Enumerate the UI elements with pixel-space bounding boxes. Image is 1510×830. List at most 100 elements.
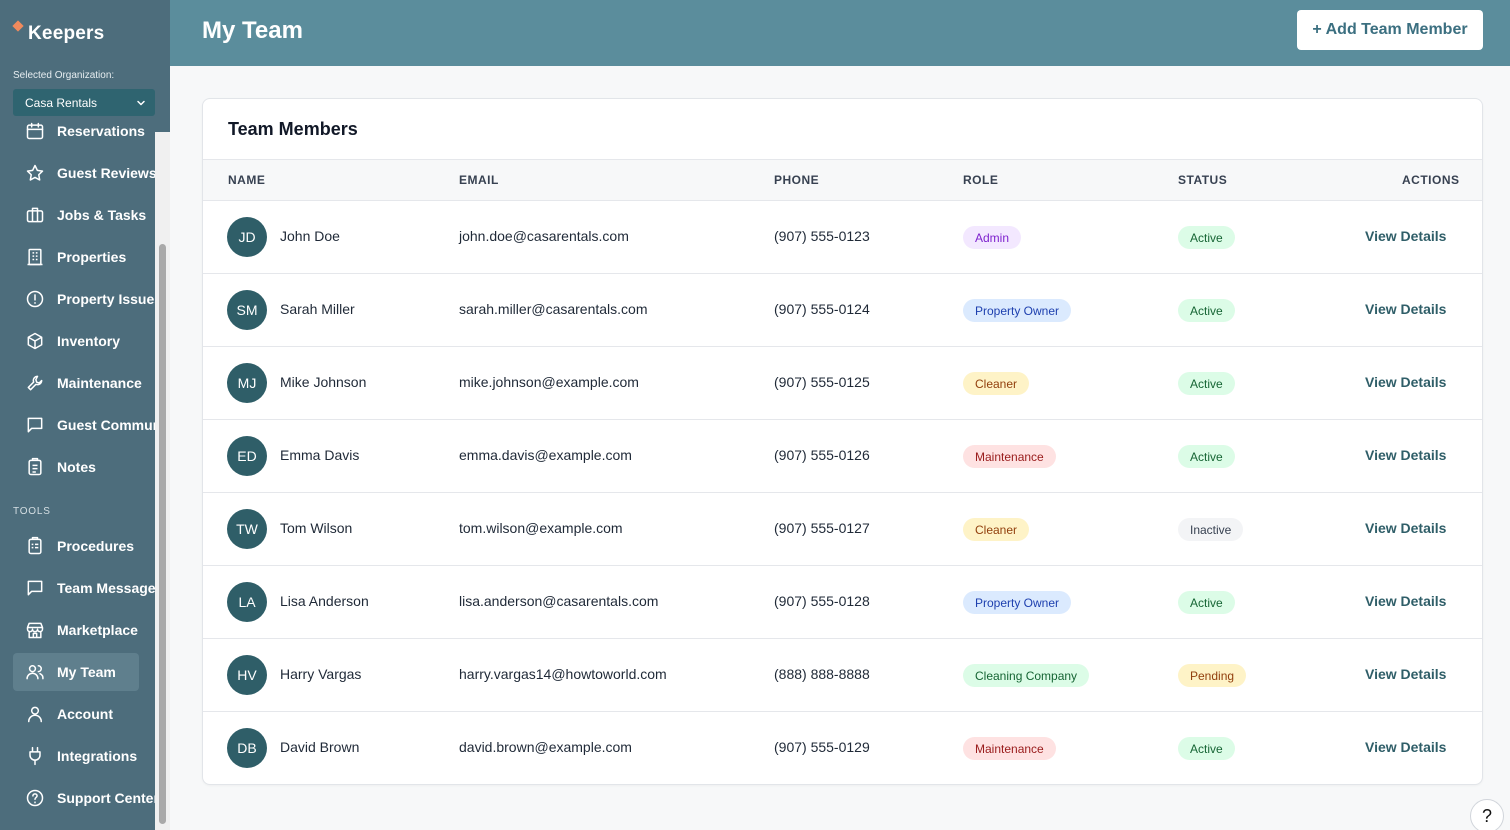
sidebar-item-label: Support Center bbox=[57, 790, 155, 806]
sidebar-item-team-messages[interactable]: Team Messages bbox=[13, 569, 155, 607]
sidebar-item-account[interactable]: Account bbox=[13, 695, 155, 733]
status-badge: Active bbox=[1178, 299, 1235, 322]
org-select-value: Casa Rentals bbox=[25, 95, 98, 110]
chat-icon bbox=[27, 417, 43, 433]
sidebar-item-label: Maintenance bbox=[57, 375, 142, 391]
role-badge: Cleaner bbox=[963, 372, 1030, 395]
sidebar-item-label: Marketplace bbox=[57, 622, 138, 638]
sidebar-item-label: Team Messages bbox=[57, 580, 155, 596]
sidebar-item-guest-communication[interactable]: Guest Communication bbox=[13, 406, 155, 444]
column-header-email: EMAIL bbox=[459, 173, 499, 187]
status-badge: Active bbox=[1178, 445, 1235, 468]
plug-icon bbox=[29, 746, 41, 766]
sidebar-item-label: Procedures bbox=[57, 538, 135, 554]
page-header: My Team + Add Team Member bbox=[170, 0, 1510, 66]
sidebar-item-properties[interactable]: Properties bbox=[13, 238, 155, 276]
table-row: SM Sarah Miller sarah.miller@casarentals.c… bbox=[203, 274, 1482, 347]
avatar: MJ bbox=[227, 363, 267, 403]
avatar: TW bbox=[227, 509, 267, 549]
avatar: JD bbox=[227, 217, 267, 257]
member-email: lisa.anderson@casarentals.com bbox=[459, 593, 659, 609]
sidebar-item-inventory[interactable]: Inventory bbox=[13, 322, 155, 360]
member-name: Mike Johnson bbox=[280, 374, 367, 390]
status-badge: Active bbox=[1178, 591, 1235, 614]
sidebar-item-reservations[interactable]: Reservations bbox=[13, 122, 155, 150]
member-phone: (907) 555-0126 bbox=[774, 447, 870, 463]
brand-logo[interactable]: Keepers bbox=[12, 18, 104, 45]
table-row: MJ Mike Johnson mike.johnson@example.com (9… bbox=[203, 347, 1482, 420]
member-phone: (907) 555-0124 bbox=[774, 301, 870, 317]
star-icon bbox=[26, 164, 44, 181]
diamond-icon bbox=[12, 20, 24, 32]
sidebar-item-my-team[interactable]: My Team bbox=[13, 653, 139, 691]
alert-circle-icon bbox=[26, 290, 44, 308]
member-phone: (907) 555-0127 bbox=[774, 520, 870, 536]
member-name: David Brown bbox=[280, 739, 360, 755]
sidebar-scrollbar[interactable] bbox=[155, 132, 170, 830]
sidebar-item-label: Guest Communication bbox=[57, 417, 155, 433]
sidebar-item-label: Integrations bbox=[57, 748, 138, 764]
member-email: tom.wilson@example.com bbox=[459, 520, 623, 536]
member-name: Sarah Miller bbox=[280, 301, 355, 317]
status-badge: Active bbox=[1178, 372, 1235, 395]
page-title: My Team bbox=[202, 17, 303, 44]
sidebar-item-label: Property Issues bbox=[57, 291, 155, 307]
role-badge: Admin bbox=[963, 226, 1022, 249]
member-name: Harry Vargas bbox=[280, 666, 362, 682]
member-name: John Doe bbox=[280, 228, 340, 244]
sidebar-item-marketplace[interactable]: Marketplace bbox=[13, 611, 155, 649]
card-title: Team Members bbox=[228, 119, 358, 139]
view-details-link[interactable]: View Details bbox=[1365, 666, 1446, 682]
view-details-link[interactable]: View Details bbox=[1365, 593, 1446, 609]
scrollbar-thumb[interactable] bbox=[159, 244, 166, 824]
briefcase-icon bbox=[26, 207, 44, 223]
clipboard-list-icon bbox=[28, 536, 42, 555]
role-badge: Cleaning Company bbox=[963, 664, 1090, 687]
member-name: Tom Wilson bbox=[280, 520, 353, 536]
member-phone: (907) 555-0123 bbox=[774, 228, 870, 244]
add-team-member-button[interactable]: + Add Team Member bbox=[1297, 10, 1483, 50]
tools-section-label: TOOLS bbox=[13, 506, 51, 517]
user-icon bbox=[28, 706, 42, 723]
view-details-link[interactable]: View Details bbox=[1365, 301, 1446, 317]
box-icon bbox=[27, 332, 43, 350]
sidebar-item-maintenance[interactable]: Maintenance bbox=[13, 364, 155, 402]
org-label: Selected Organization: bbox=[13, 70, 115, 81]
member-email: sarah.miller@casarentals.com bbox=[459, 301, 648, 317]
column-header-phone: PHONE bbox=[774, 173, 820, 187]
sidebar-item-support-center[interactable]: Support Center bbox=[13, 779, 155, 817]
sidebar: Keepers Selected Organization: Casa Rent… bbox=[0, 0, 170, 830]
member-email: harry.vargas14@howtoworld.com bbox=[459, 666, 667, 682]
sidebar-item-guest-reviews[interactable]: Guest Reviews bbox=[13, 154, 155, 192]
view-details-link[interactable]: View Details bbox=[1365, 739, 1446, 755]
view-details-link[interactable]: View Details bbox=[1365, 374, 1446, 390]
wrench-icon bbox=[27, 375, 43, 391]
org-select[interactable]: Casa Rentals bbox=[13, 89, 155, 116]
view-details-link[interactable]: View Details bbox=[1365, 520, 1446, 536]
member-name: Lisa Anderson bbox=[280, 593, 369, 609]
table-row: LA Lisa Anderson lisa.anderson@casarentals… bbox=[203, 566, 1482, 639]
member-email: david.brown@example.com bbox=[459, 739, 632, 755]
team-members-card: Team Members NAME EMAIL PHONE ROLE STATU… bbox=[202, 98, 1483, 785]
member-phone: (907) 555-0129 bbox=[774, 739, 870, 755]
member-phone: (888) 888-8888 bbox=[774, 666, 870, 682]
sidebar-item-label: Inventory bbox=[57, 333, 121, 349]
sidebar-item-label: Reservations bbox=[57, 123, 145, 139]
view-details-link[interactable]: View Details bbox=[1365, 228, 1446, 244]
users-icon bbox=[26, 665, 44, 680]
member-name: Emma Davis bbox=[280, 447, 360, 463]
sidebar-item-jobs-tasks[interactable]: Jobs & Tasks bbox=[13, 196, 155, 234]
sidebar-item-label: Properties bbox=[57, 249, 127, 265]
avatar: SM bbox=[227, 290, 267, 330]
sidebar-item-property-issues[interactable]: Property Issues bbox=[13, 280, 155, 318]
member-phone: (907) 555-0128 bbox=[774, 593, 870, 609]
calendar-icon bbox=[26, 122, 44, 140]
sidebar-item-notes[interactable]: Notes bbox=[13, 448, 155, 486]
sidebar-item-integrations[interactable]: Integrations bbox=[13, 737, 155, 775]
table-row: JD John Doe john.doe@casarentals.com (907) … bbox=[203, 201, 1482, 274]
table-row: ED Emma Davis emma.davis@example.com (907) … bbox=[203, 420, 1482, 493]
help-button[interactable]: ? bbox=[1470, 799, 1504, 830]
member-email: mike.johnson@example.com bbox=[459, 374, 639, 390]
sidebar-item-procedures[interactable]: Procedures bbox=[13, 527, 155, 565]
view-details-link[interactable]: View Details bbox=[1365, 447, 1446, 463]
